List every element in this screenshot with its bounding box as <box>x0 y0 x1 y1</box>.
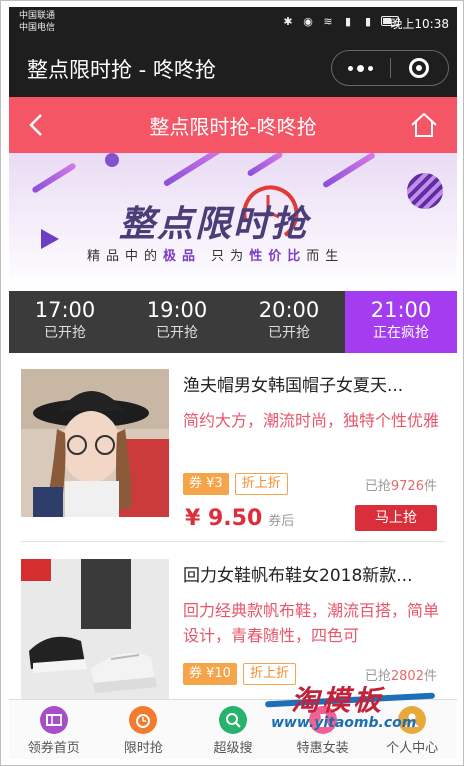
time-tab-2100[interactable]: 21:00 正在疯抢 <box>345 291 457 353</box>
product-name[interactable]: 渔夫帽男女韩国帽子女夏天... <box>183 373 441 399</box>
app-title-bar: 整点限时抢 - 咚咚抢 <box>9 39 457 97</box>
tab-label: 超级搜 <box>213 741 253 756</box>
product-card[interactable]: 渔夫帽男女韩国帽子女夏天... 简约大方，潮流时尚，独特个性优雅 券 ¥3 折上… <box>9 353 457 541</box>
eye-icon: ◉ <box>303 14 313 28</box>
banner-title: 整点限时抢 <box>119 203 310 245</box>
nav-bar: 整点限时抢-咚咚抢 <box>9 97 457 153</box>
decor-stripe <box>321 153 377 189</box>
tab-coupon-home[interactable]: 领券首页 <box>9 700 99 759</box>
dot-icon <box>348 65 354 71</box>
signal-icon-1: ▮ <box>344 14 352 28</box>
time-tab-2000[interactable]: 20:00 已开抢 <box>233 291 345 353</box>
status-time: 晚上10:38 <box>390 17 449 31</box>
tab-time: 17:00 <box>34 298 96 322</box>
sold-count: 已抢9726件 <box>365 475 437 494</box>
price-after-coupon: 券后 <box>268 514 295 529</box>
search-icon <box>218 706 247 734</box>
tab-time: 19:00 <box>146 298 208 322</box>
time-slot-tabs: 17:00 已开抢 19:00 已开抢 20:00 已开抢 21:00 正在疯抢 <box>9 291 457 353</box>
tab-status: 正在疯抢 <box>373 325 429 341</box>
tab-label: 个人中心 <box>386 741 439 756</box>
phone-frame: 中国联通 中国电信 ✱ ◉ ≋ ▮ ▮ 晚上10:38 整点限时抢 - 咚咚抢 <box>0 0 464 766</box>
product-card[interactable]: 回力女鞋帆布鞋女2018新款... 回力经典款帆布鞋，潮流百搭，简单设计，青春随… <box>9 543 457 699</box>
close-miniapp-button[interactable] <box>390 51 448 85</box>
home-icon[interactable] <box>409 111 439 139</box>
tab-label: 特惠女装 <box>296 741 349 756</box>
discount-badge: 折上折 <box>234 473 288 495</box>
tab-label: 限时抢 <box>123 741 163 756</box>
dot-icon <box>368 65 374 71</box>
tab-label: 领券首页 <box>27 741 80 756</box>
price-value: ¥ 9.50 <box>185 506 263 531</box>
tab-status: 已开抢 <box>44 325 86 341</box>
tab-time: 20:00 <box>258 298 320 322</box>
more-button[interactable] <box>332 51 390 85</box>
decor-stripe <box>31 162 77 194</box>
price: ¥ 9.50 券后 <box>185 506 294 531</box>
alarm-clock-icon <box>129 706 158 734</box>
slogan-highlight: 极品 <box>163 249 202 264</box>
product-image-shoes[interactable] <box>21 559 169 699</box>
dot-icon <box>357 64 365 72</box>
sold-suffix: 件 <box>423 479 437 494</box>
slogan-part: 而生 <box>306 249 345 264</box>
carrier-info: 中国联通 中国电信 <box>19 10 55 34</box>
watermark-logo-text: 淘模板 <box>291 684 385 717</box>
status-bar: 中国联通 中国电信 ✱ ◉ ≋ ▮ ▮ 晚上10:38 <box>9 7 457 39</box>
banner-slogan: 精品中的极品 只为性价比而生 <box>87 245 344 264</box>
miniapp-capsule <box>331 50 449 86</box>
sold-number: 9726 <box>390 479 424 494</box>
product-list[interactable]: 渔夫帽男女韩国帽子女夏天... 简约大方，潮流时尚，独特个性优雅 券 ¥3 折上… <box>9 353 457 699</box>
decor-dot <box>105 153 119 167</box>
slogan-highlight: 性价比 <box>249 249 307 264</box>
nav-title: 整点限时抢-咚咚抢 <box>149 115 317 139</box>
bluetooth-icon: ✱ <box>283 14 293 28</box>
coupon-badge: 券 ¥10 <box>183 663 237 685</box>
tab-flash-sale[interactable]: 限时抢 <box>99 700 189 759</box>
product-desc: 回力经典款帆布鞋，潮流百搭，简单设计，青春随性，四色可 <box>183 601 440 645</box>
product-name[interactable]: 回力女鞋帆布鞋女2018新款... <box>183 563 441 589</box>
decor-striped-ball <box>407 173 443 209</box>
watermark-url: www.yitaomb.com <box>271 715 417 731</box>
time-tab-1900[interactable]: 19:00 已开抢 <box>121 291 233 353</box>
decor-stripe <box>246 153 284 178</box>
tab-status: 已开抢 <box>268 325 310 341</box>
slogan-part: 只为 <box>211 249 250 264</box>
decor-stripe <box>162 153 226 188</box>
slogan-part: 精品中的 <box>87 249 164 264</box>
carrier-2: 中国电信 <box>19 23 56 33</box>
app-title: 整点限时抢 - 咚咚抢 <box>27 58 216 82</box>
signal-icon-2: ▮ <box>364 14 372 28</box>
coupon-badge: 券 ¥3 <box>183 473 229 495</box>
buy-now-button[interactable]: 马上抢 <box>355 505 437 531</box>
carrier-1: 中国联通 <box>19 11 56 21</box>
product-image-hat[interactable] <box>21 369 169 517</box>
play-triangle-icon <box>41 229 59 249</box>
tab-time: 21:00 <box>370 298 432 322</box>
watermark: 淘模板 www.yitaomb.com <box>264 679 441 739</box>
promo-banner[interactable]: 整点限时抢 精品中的极品 只为性价比而生 <box>9 153 457 291</box>
coupon-tags: 券 ¥3 折上折 <box>183 473 288 495</box>
tab-status: 已开抢 <box>156 325 198 341</box>
list-divider <box>21 541 445 542</box>
time-tab-1700[interactable]: 17:00 已开抢 <box>9 291 121 353</box>
sold-prefix: 已抢 <box>364 479 391 494</box>
status-icons: ✱ ◉ ≋ ▮ ▮ <box>281 14 399 28</box>
product-desc: 简约大方，潮流时尚，独特个性优雅 <box>183 411 440 430</box>
target-icon <box>409 58 430 78</box>
coupon-icon <box>39 706 68 734</box>
wifi-icon: ≋ <box>323 14 333 28</box>
